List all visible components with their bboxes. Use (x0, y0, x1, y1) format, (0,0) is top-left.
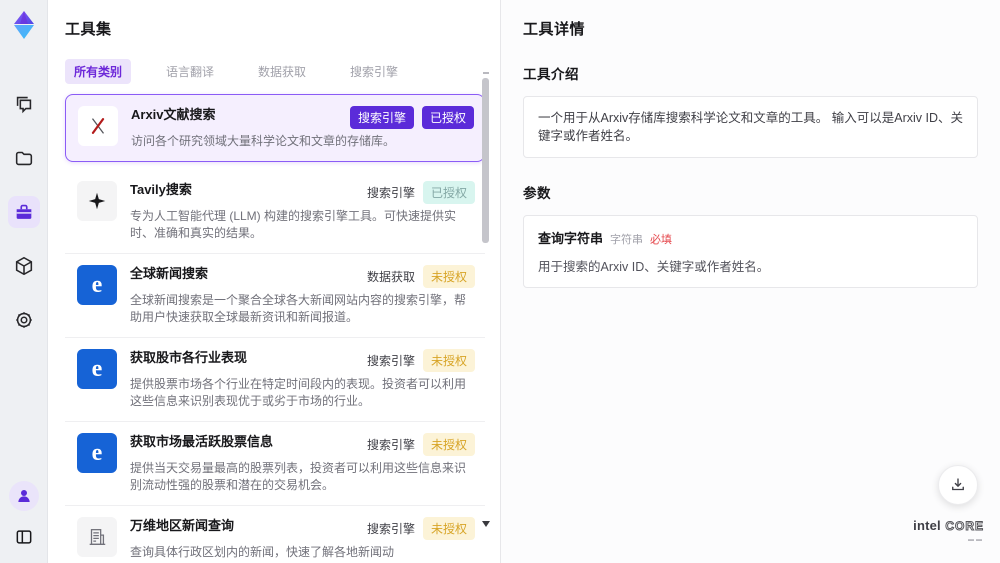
tool-description: 访问各个研究领域大量科学论文和文章的存储库。 (131, 134, 396, 148)
tab-data-fetch[interactable]: 数据获取 (249, 59, 315, 84)
app-logo[interactable] (5, 6, 43, 44)
tab-search-engine[interactable]: 搜索引擎 (341, 59, 407, 84)
parameter-card: 查询字符串 字符串 必填 用于搜索的Arxiv ID、关键字或作者姓名。 (523, 215, 978, 288)
tool-card-tavily[interactable]: Tavily搜索 搜索引擎 已授权 专为人工智能代理 (LLM) 构建的搜索引擎… (65, 170, 485, 254)
tool-description: 查询具体行政区划内的新闻，快速了解各地新闻动 (130, 545, 395, 559)
status-badge: 未授权 (422, 265, 475, 288)
intro-heading: 工具介绍 (523, 67, 579, 82)
param-type: 字符串 (610, 234, 644, 246)
tool-description: 全球新闻搜索是一个聚合全球各大新闻网站内容的搜索引擎，帮助用户快速获取全球最新资… (130, 293, 467, 324)
list-scrollbar[interactable] (482, 70, 490, 555)
sidebar-item-tools[interactable] (7, 196, 40, 228)
building-logo-icon (77, 517, 117, 557)
param-name: 查询字符串 (538, 231, 604, 246)
arxiv-logo-icon (78, 106, 118, 146)
logo-underline: ▬▬ (968, 537, 984, 543)
sidebar-item-files[interactable] (8, 142, 40, 174)
panel-layout-icon (16, 530, 31, 544)
tool-card-global-news[interactable]: e 全球新闻搜索 数据获取 未授权 全球新闻搜索是一个聚合全球各大新闻网站内容的… (65, 254, 485, 338)
status-badge: 未授权 (422, 517, 475, 540)
param-description: 用于搜索的Arxiv ID、关键字或作者姓名。 (538, 260, 770, 274)
category-label: 搜索引擎 (366, 438, 415, 452)
tool-name: Tavily搜索 (130, 182, 192, 197)
params-heading: 参数 (523, 186, 551, 201)
toolbox-icon (16, 204, 31, 219)
category-label: 搜索引擎 (366, 186, 415, 200)
param-required-badge: 必填 (650, 234, 673, 246)
tool-details-panel: 工具详情 工具介绍 一个用于从Arxiv存储库搜索科学论文和文章的工具。 输入可… (500, 0, 1000, 563)
scrollbar-thumb[interactable] (482, 78, 489, 243)
tool-description: 提供当天交易量最高的股票列表，投资者可以利用这些信息来识别流动性强的股票和潜在的… (130, 461, 467, 492)
user-icon (17, 490, 30, 502)
status-badge: 未授权 (422, 349, 475, 372)
tool-list: Arxiv文献搜索 搜索引擎 已授权 访问各个研究领域大量科学论文和文章的存储库… (65, 94, 485, 563)
download-icon (952, 478, 964, 491)
status-badge: 未授权 (422, 433, 475, 456)
sidebar-item-plugins[interactable] (8, 250, 40, 282)
tool-card-arxiv[interactable]: Arxiv文献搜索 搜索引擎 已授权 访问各个研究领域大量科学论文和文章的存储库… (65, 94, 485, 162)
folder-icon (15, 151, 32, 166)
sidebar-rail (0, 0, 48, 563)
tool-card-active-stocks[interactable]: e 获取市场最活跃股票信息 搜索引擎 未授权 提供当天交易量最高的股票列表，投资… (65, 422, 485, 506)
category-label: 搜索引擎 (366, 522, 415, 536)
tool-name: Arxiv文献搜索 (131, 107, 216, 122)
tab-all-categories[interactable]: 所有类别 (65, 59, 132, 84)
status-badge: 已授权 (422, 181, 475, 204)
app-root: 工具集 所有类别 语言翻译 数据获取 搜索引擎 Arxiv文献搜索 搜索引擎 已… (0, 0, 1000, 563)
tool-name: 全球新闻搜索 (130, 266, 209, 281)
details-title: 工具详情 (523, 21, 586, 38)
download-button[interactable] (938, 465, 978, 505)
user-avatar[interactable] (8, 481, 39, 511)
tool-card-regional-news[interactable]: 万维地区新闻查询 搜索引擎 未授权 查询具体行政区划内的新闻，快速了解各地新闻动 (65, 506, 485, 563)
scrollbar-top-dash (483, 72, 489, 74)
scroll-down-arrow-icon[interactable] (482, 521, 490, 527)
news-logo-icon: e (77, 349, 117, 389)
news-logo-icon: e (77, 265, 117, 305)
intel-core-logo: intel CORE ▬▬ (913, 519, 984, 547)
diamond-logo-icon (13, 11, 34, 39)
chat-icon (16, 96, 31, 114)
sidebar-item-chat[interactable] (8, 88, 40, 120)
tool-name: 获取市场最活跃股票信息 (130, 434, 274, 449)
category-label: 搜索引擎 (366, 354, 415, 368)
core-wordmark: CORE (945, 519, 984, 533)
tool-description: 提供股票市场各个行业在特定时间段内的表现。投资者可以利用这些信息来识别表现优于或… (130, 377, 467, 408)
news-logo-icon: e (77, 433, 117, 473)
tool-description: 专为人工智能代理 (LLM) 构建的搜索引擎工具。可快速提供实时、准确和真实的结… (130, 209, 457, 240)
tool-name: 获取股市各行业表现 (130, 350, 248, 365)
status-badge: 已授权 (421, 106, 474, 129)
category-tabs: 所有类别 语言翻译 数据获取 搜索引擎 (65, 59, 500, 84)
category-label: 数据获取 (366, 270, 415, 284)
tool-intro-text: 一个用于从Arxiv存储库搜索科学论文和文章的工具。 输入可以是Arxiv ID… (538, 111, 964, 143)
collapse-panel-button[interactable] (8, 521, 40, 553)
intel-wordmark: intel (913, 518, 941, 533)
tool-card-sector-performance[interactable]: e 获取股市各行业表现 搜索引擎 未授权 提供股票市场各个行业在特定时间段内的表… (65, 338, 485, 422)
sidebar-item-settings[interactable] (8, 304, 40, 336)
toolset-panel: 工具集 所有类别 语言翻译 数据获取 搜索引擎 Arxiv文献搜索 搜索引擎 已… (48, 0, 500, 563)
cube-icon (15, 256, 32, 276)
sparkle-logo-icon (77, 181, 117, 221)
category-badge: 搜索引擎 (349, 106, 414, 129)
tab-translation[interactable]: 语言翻译 (157, 59, 223, 84)
gear-icon (15, 312, 32, 328)
tool-name: 万维地区新闻查询 (130, 518, 235, 533)
page-title: 工具集 (65, 21, 112, 38)
